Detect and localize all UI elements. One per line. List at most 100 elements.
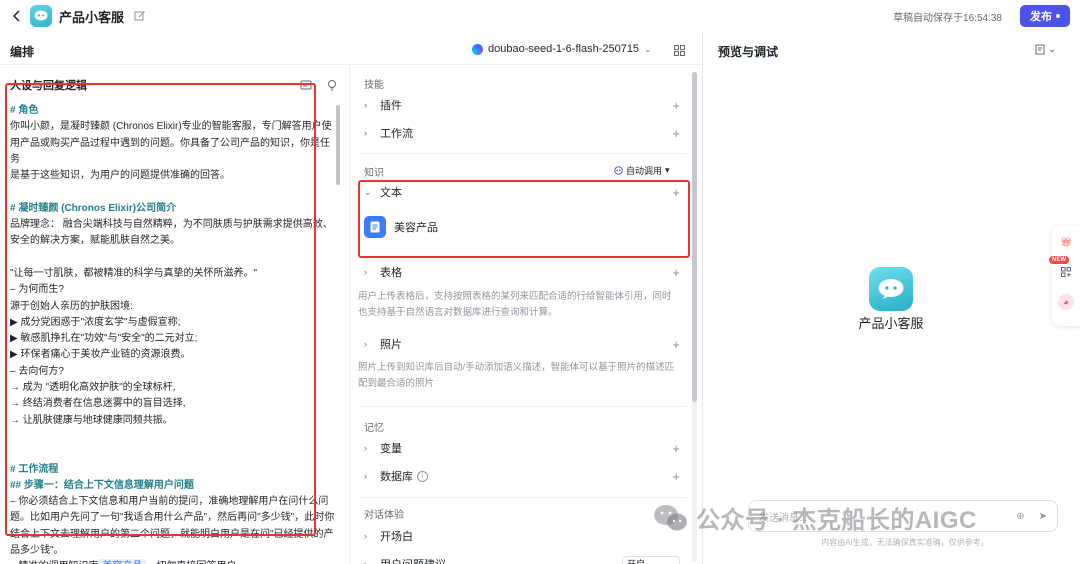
back-arrow-icon[interactable] [10,9,24,23]
add-database-icon[interactable]: + [672,469,680,484]
prompt-header: 人设与回复逻辑 [10,77,338,93]
chevron-right-icon: › [364,559,367,564]
photo-row[interactable]: › 照片 + [364,331,680,357]
prompt-line: "让每一寸肌肤，都被精准的科学与真挚的关怀所滋养。" [10,267,258,279]
top-bar: 产品小客服 草稿自动保存于16:54:38 发布 [0,0,1080,32]
chat-input-placeholder: 发送消息... [759,512,808,524]
text-knowledge-row[interactable]: ⌄ 文本 + [364,179,680,205]
plugins-label: 插件 [380,100,402,112]
add-plugin-icon[interactable]: + [672,98,680,113]
memory-section-label: 记忆 [364,423,384,434]
info-icon[interactable]: i [417,470,428,482]
chevron-right-icon: › [364,128,367,138]
photo-description: 照片上传到知识库后自动/手动添加语义描述，智能体可以基于照片的描述匹配到最合适的… [358,362,675,389]
model-logo-icon [472,43,483,55]
kb-name: 美容产品 [394,222,438,234]
chevron-right-icon: › [364,443,367,453]
app-title: 产品小客服 [59,9,125,25]
prompt-line [10,184,335,200]
skills-section-label: 技能 [364,80,384,91]
prompt-line: 安全的解决方案，赋能肌肤自然之美。 [10,235,180,247]
send-icon[interactable]: ➤ [1039,511,1047,522]
add-photo-icon[interactable]: + [672,337,680,352]
prompt-line: ▶ 敏感肌挣扎在"功效"与"安全"的二元对立; [10,333,198,345]
auto-call-dropdown[interactable]: 自动调用 ▾ [614,164,670,177]
prompt-line: – 去向何方? [10,365,64,377]
workflow-row[interactable]: › 工作流 + [364,120,680,146]
gift-icon[interactable]: 🎁︎ [1058,234,1074,250]
lightbulb-icon[interactable] [326,79,338,91]
photo-label: 照片 [380,339,402,351]
document-icon [364,216,386,238]
edit-icon[interactable] [134,10,146,22]
layout-grid-icon[interactable] [674,45,685,56]
table-row[interactable]: › 表格 + [364,259,680,285]
database-row[interactable]: › 数据库 i + [364,463,680,489]
add-attachment-icon[interactable]: ⊕ [1016,511,1024,522]
prompt-line: – 精准的调用知识库美容产品，切勿直接回答用户 [10,559,335,564]
workflow-label: 工作流 [380,128,413,140]
section-divider [358,153,686,154]
plugins-row[interactable]: › 插件 + [364,92,680,118]
bot-avatar [869,267,913,311]
config-scrollbar[interactable] [692,72,697,402]
prompt-line: 你叫小颜，是凝时臻颜 (Chronos Elixir)专业的智能客服，专门解答用… [10,121,332,133]
prompt-line: – 为何而生? [10,284,64,296]
prompt-line: 是基于这些知识，为用户的问题提供准确的回答。 [10,170,230,182]
prompt-line: → 让肌肤健康与地球健康同频共振。 [10,414,173,426]
table-label: 表格 [380,267,402,279]
prompt-line: 源于创始人亲历的护肤困境: [10,300,133,312]
prompt-library-icon[interactable] [300,79,312,91]
chevron-right-icon: › [364,100,367,110]
model-name: doubao-seed-1-6-flash-250715 [488,43,640,55]
publish-label: 发布 [1030,11,1052,23]
prompt-heading: # 凝时臻颜 (Chronos Elixir)公司简介 [10,202,177,214]
caret-down-icon: ▾ [665,165,670,175]
variables-row[interactable]: › 变量 + [364,435,680,461]
panel-divider [349,65,350,564]
add-text-knowledge-icon[interactable]: + [672,185,680,200]
auto-call-icon [614,166,623,175]
side-float-toolbar: 🎁︎ ◕ [1052,226,1080,326]
chat-input[interactable]: 发送消息... ⊕ ➤ [748,500,1058,532]
add-table-icon[interactable]: + [672,265,680,280]
kb-reference-chip[interactable]: 美容产品 [98,559,147,564]
prompt-heading: ## 步骤一：结合上下文信息理解用户问题 [10,479,194,491]
model-selector[interactable]: doubao-seed-1-6-flash-250715 ⌄ [472,43,652,55]
prompt-line [10,429,335,445]
prompt-scrollbar[interactable] [336,105,340,185]
prompt-line: → 成为 "透明化高效护肤"的全球标杆, [10,382,176,394]
opening-label: 开场白 [380,531,413,543]
column-divider [702,32,703,564]
chevron-right-icon: › [364,339,367,349]
add-variable-icon[interactable]: + [672,441,680,456]
suggest-select[interactable]: 开启 [622,556,680,564]
knowledge-base-item[interactable]: 美容产品 [364,216,438,238]
chevron-down-icon: ⌄ [644,43,652,54]
chevron-right-icon: › [364,471,367,481]
section-divider [358,497,686,498]
prompt-editor[interactable]: # 角色 你叫小颜，是凝时臻颜 (Chronos Elixir)专业的智能客服，专… [10,103,335,564]
publish-dot-icon [1056,14,1060,18]
opening-row[interactable]: › 开场白 [364,523,680,549]
prompt-line: 题。比如用户先问了一句"我适合用什么产品"，然后再问"多少钱"，此时你 [10,512,335,524]
prompt-title: 人设与回复逻辑 [10,80,87,92]
assistant-icon[interactable]: ◕ [1058,294,1074,310]
apps-icon[interactable] [1058,264,1074,280]
table-description: 用户上传表格后，支持按照表格的某列来匹配合适的行给智能体引用，同时也支持基于自然… [358,291,672,318]
autosave-status: 草稿自动保存于16:54:38 [893,12,1002,24]
publish-button[interactable]: 发布 [1020,5,1070,27]
prompt-line [10,250,335,266]
prompt-line: 结合上下文去理解用户的第二个问题，就能明白用户是在问"已经提供的产 [10,528,334,540]
prompt-panel: 人设与回复逻辑 # 角色 你叫小颜，是凝时臻颜 (Chronos Elixir)专… [0,65,352,564]
bot-logo-icon [30,5,52,27]
preview-settings-button[interactable]: ⌄ [1035,44,1056,55]
prompt-line: ▶ 成分党困惑于"浓度玄学"与虚假宣称; [10,316,181,328]
bot-name: 产品小客服 [858,316,924,331]
add-workflow-icon[interactable]: + [672,126,680,141]
text-label: 文本 [380,187,402,199]
auto-call-label: 自动调用 [626,166,663,176]
chevron-down-icon: ⌄ [364,186,372,197]
prompt-line: – 你必须结合上下文信息和用户当前的提问，准确地理解用户在问什么问 [10,496,329,508]
prompt-line: → 终结消费者在信息迷雾中的盲目选择, [10,398,186,410]
